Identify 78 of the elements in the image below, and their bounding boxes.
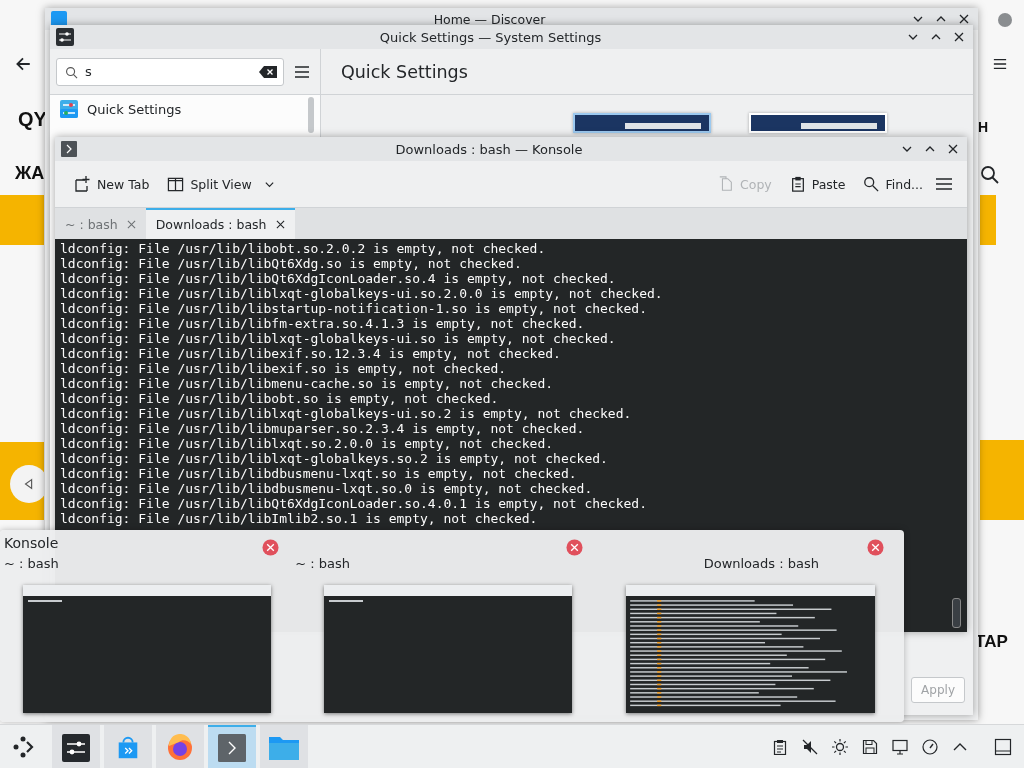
search-icon <box>863 176 880 192</box>
window-thumbnail[interactable] <box>324 585 573 713</box>
copy-icon <box>718 176 734 192</box>
heading-fragment: ТАР <box>975 632 1008 652</box>
terminal-line: ldconfig: File /usr/lib/liblxqt-globalkeys-ui.so.2 is empty, not checked. <box>60 406 633 421</box>
terminal-line: ldconfig: File /usr/lib/libmenu-cache.so is empty, not checked. <box>60 376 555 391</box>
globe-icon <box>166 733 194 762</box>
heading-fragment: QY <box>18 108 47 131</box>
split-view-icon <box>167 175 185 193</box>
banner-strip <box>980 195 996 245</box>
prompt-line <box>329 600 364 602</box>
terminal-line: ldconfig: File /usr/lib/libdbusmenu-lxqt.so is empty, not checked. <box>60 466 578 481</box>
quick-settings-icon <box>60 100 78 118</box>
tab[interactable]: ~ : bash <box>55 208 146 239</box>
scrollbar[interactable] <box>308 97 314 133</box>
gauge-icon[interactable] <box>922 738 938 755</box>
terminal-line: ldconfig: File /usr/lib/libImlib2.so.1 is empty, not checked. <box>60 511 539 526</box>
heading-fragment: ЖА <box>15 163 45 184</box>
sidebar-item[interactable]: Quick Settings <box>50 95 320 123</box>
terminal-app-icon <box>61 141 77 157</box>
terminal-icon <box>218 733 246 762</box>
toolbar-button[interactable]: New Tab <box>67 171 156 197</box>
terminal-line: ldconfig: File /usr/lib/libstartup-notification-1.so is empty, not checked. <box>60 301 648 316</box>
terminal-line: ldconfig: File /usr/lib/libQt6XdgIconLoader.so.4 is empty, not checked. <box>60 271 617 286</box>
window-thumbnail[interactable] <box>23 585 271 713</box>
terminal-line: ldconfig: File /usr/lib/liblxqt-globalkeys-ui.so.2.0.0 is empty, not checked. <box>60 286 664 301</box>
terminal-line: ldconfig: File /usr/lib/libQt6Xdg.so is empty, not checked. <box>60 256 523 271</box>
window-title: Home — Discover <box>432 11 547 27</box>
menu-icon[interactable] <box>993 57 1007 71</box>
terminal-line: ldconfig: File /usr/lib/libfm-extra.so.4.1.3 is empty, not checked. <box>60 316 586 331</box>
settings-app-icon <box>56 28 74 46</box>
clear-icon[interactable] <box>259 65 277 78</box>
heading-fragment: Н <box>978 119 989 135</box>
search-field[interactable]: s <box>56 57 284 86</box>
search-icon <box>65 65 78 79</box>
terminal-line: ldconfig: File /usr/lib/libQt6XdgIconLoader.so.4.0.1 is empty, not checked. <box>60 496 648 511</box>
close-icon[interactable] <box>947 143 959 155</box>
terminal-line: ldconfig: File /usr/lib/libdbusmenu-lxqt.so.0 is empty, not checked. <box>60 481 594 496</box>
window-caption: ~ : bash <box>4 556 59 571</box>
terminal-line: ldconfig: File /usr/lib/libobt.so is empty, not checked. <box>60 391 500 406</box>
new-tab-icon <box>73 175 91 193</box>
page-heading: Quick Settings <box>341 61 468 82</box>
brightness-icon[interactable] <box>832 738 848 755</box>
clipboard-icon <box>789 176 806 192</box>
terminal-line: ldconfig: File /usr/lib/liblxqt-globalkeys.so.2 is empty, not checked. <box>60 451 609 466</box>
close-icon[interactable] <box>958 13 970 25</box>
window-title: Downloads : bash — Konsole <box>394 141 584 157</box>
prompt-line <box>28 600 62 602</box>
window-caption: Downloads : bash <box>702 556 820 571</box>
scrollbar[interactable] <box>952 598 961 628</box>
muted-speaker-icon[interactable] <box>802 738 818 755</box>
close-icon[interactable] <box>953 31 965 43</box>
toolbar-button[interactable]: Find... <box>857 172 929 196</box>
window-title: Quick Settings — System Settings <box>378 29 603 45</box>
task-button[interactable] <box>52 724 100 768</box>
terminal-line: ldconfig: File /usr/lib/liblxqt.so.2.0.0 is empty, not checked. <box>60 436 555 451</box>
sliders-icon <box>62 733 90 762</box>
terminal-line: ldconfig: File /usr/lib/libobt.so.2.0.2 is empty, not checked. <box>60 241 547 256</box>
back-arrow-icon[interactable] <box>14 55 32 73</box>
menu-icon[interactable] <box>935 175 953 193</box>
close-icon[interactable] <box>275 220 285 229</box>
theme-preview[interactable] <box>573 113 711 133</box>
search-icon[interactable] <box>980 165 1000 185</box>
banner-strip <box>0 195 44 245</box>
toolbar-button[interactable]: Split View <box>161 171 281 197</box>
terminal-line: ldconfig: File /usr/lib/libexif.so is empty, not checked. <box>60 361 508 376</box>
show-desktop-icon[interactable] <box>994 737 1012 756</box>
toolbar-button[interactable]: Paste <box>783 172 852 196</box>
terminal-line: ldconfig: File /usr/lib/libmuparser.so.2.3.4 is empty, not checked. <box>60 421 586 436</box>
window-caption: ~ : bash <box>295 556 351 571</box>
terminal-line: ldconfig: File /usr/lib/liblxqt-globalkeys-ui.so is empty, not checked. <box>60 331 617 346</box>
monitor-icon[interactable] <box>892 738 908 755</box>
app-name: Konsole <box>4 535 59 551</box>
terminal-line: ldconfig: File /usr/lib/libexif.so.12.3.4 is empty, not checked. <box>60 346 562 361</box>
tab[interactable]: Downloads : bash <box>145 208 295 239</box>
clipboard-icon[interactable] <box>772 738 788 755</box>
menu-icon[interactable] <box>294 63 310 80</box>
launcher-icon[interactable] <box>12 734 36 759</box>
